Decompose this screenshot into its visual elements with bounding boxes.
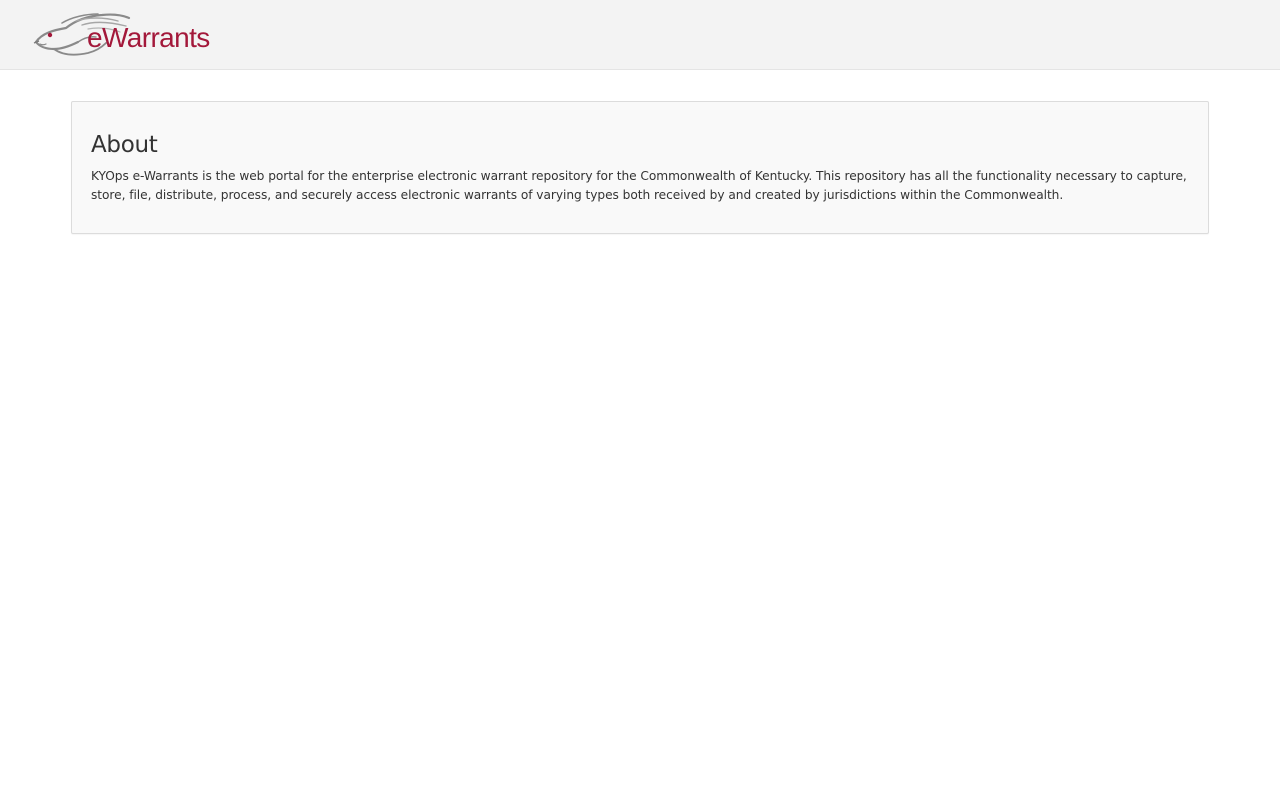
about-description: KYOps e-Warrants is the web portal for t… xyxy=(91,169,1187,202)
app-header: eWarrants xyxy=(0,0,1280,70)
about-title: About xyxy=(91,132,158,158)
home-logo-link[interactable]: eWarrants xyxy=(32,11,214,59)
logo-wordmark: eWarrants xyxy=(87,22,210,53)
about-panel: About KYOps e-Warrants is the web portal… xyxy=(71,101,1209,234)
